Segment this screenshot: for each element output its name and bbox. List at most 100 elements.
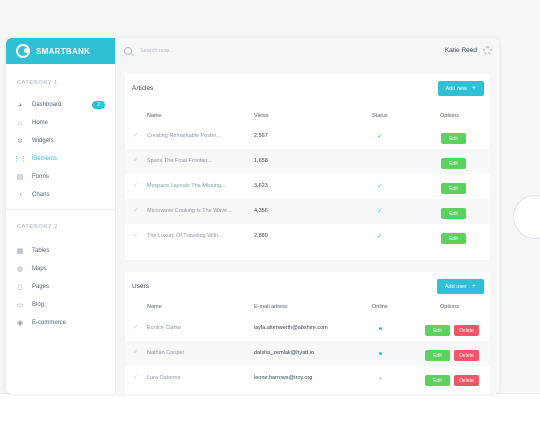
logo-icon	[16, 44, 30, 58]
sidebar-item-label: E-commerce	[32, 320, 67, 326]
decorative-circle	[513, 195, 540, 239]
sidebar-divider	[6, 209, 116, 210]
sidebar-item-charts[interactable]: ◔ Charts	[6, 186, 116, 204]
status-check-icon: ✓	[377, 208, 383, 215]
sidebar: SMARTBANK CATEGORY 1 ◕ Dashboard 2 ⌂ Hom…	[6, 38, 116, 394]
edit-button[interactable]: Edit	[425, 350, 450, 361]
online-indicator	[379, 327, 382, 330]
articles-panel: Articles Add new + Name Views Status Opt…	[125, 74, 490, 260]
user-email: layla.altenwerth@abshire.com	[254, 325, 328, 331]
edit-button[interactable]: Edit	[441, 183, 466, 194]
table-row: ✓ Lura Osborne leone.barrows@troy.org Ed…	[125, 366, 490, 391]
brand-name: SMARTBANK	[36, 46, 91, 56]
pages-icon: ▯	[18, 284, 22, 291]
check-icon[interactable]: ✓	[133, 207, 138, 214]
article-name: Myspace Layouts The Missing...	[147, 183, 226, 189]
user-name[interactable]: Katie Reed	[445, 47, 477, 54]
table-row: ✓ The Luxury Of Traveling With... 2,889 …	[125, 224, 490, 249]
brand-header[interactable]: SMARTBANK	[6, 38, 115, 64]
form-icon: ▤	[16, 174, 24, 181]
article-views: 1,658	[254, 158, 268, 164]
sidebar-item-blog[interactable]: ▭ Blog	[6, 296, 116, 314]
add-new-button[interactable]: Add new +	[437, 81, 484, 96]
column-header-status: Status	[372, 113, 388, 119]
sidebar-item-home[interactable]: ⌂ Home	[6, 114, 116, 132]
column-header-email: E-mail adress	[254, 304, 288, 310]
pie-chart-icon: ◔	[17, 191, 23, 199]
nav-category-1: ◕ Dashboard 2 ⌂ Home ✲ Widgets ⋮⋮ Elemen…	[6, 96, 116, 204]
grid-icon: ⋮⋮	[13, 156, 27, 163]
articles-table-header: Name Views Status Options	[125, 109, 490, 123]
column-header-name: Name	[147, 304, 162, 310]
status-check-icon: ✓	[377, 233, 383, 240]
article-views: 4,356	[254, 208, 268, 214]
add-new-label: Add new	[445, 85, 467, 92]
search-input[interactable]	[140, 48, 290, 54]
add-user-button[interactable]: Add user +	[436, 279, 484, 294]
plus-icon: +	[471, 283, 476, 290]
table-row: ✓ Eunice Clarke layla.altenwerth@abshire…	[125, 316, 490, 341]
sidebar-item-label: Elements	[32, 156, 58, 162]
sidebar-item-e-commerce[interactable]: ◉ E-commerce	[6, 314, 116, 332]
edit-button[interactable]: Edit	[441, 158, 466, 169]
sidebar-item-widgets[interactable]: ✲ Widgets	[6, 132, 116, 150]
sidebar-item-tables[interactable]: ▦ Tables	[6, 242, 116, 260]
check-icon[interactable]: ✓	[133, 374, 138, 381]
article-name: Space The Final Frontier...	[147, 158, 212, 164]
edit-button[interactable]: Edit	[441, 233, 466, 244]
column-header-options: Options	[440, 113, 459, 119]
sidebar-item-elements[interactable]: ⋮⋮ Elements	[6, 150, 116, 168]
article-name: Creating Remarkable Poster...	[147, 133, 221, 139]
edit-button[interactable]: Edit	[425, 375, 450, 386]
table-row: ✓ Space The Final Frontier... 1,658 Edit	[125, 149, 490, 174]
palette-icon: ◕	[17, 101, 23, 109]
table-row: ✓ Nathan Cooper dalsha_zemlak@hyatt.io E…	[125, 341, 490, 366]
article-views: 2,567	[254, 133, 268, 139]
sidebar-item-label: Tables	[32, 248, 50, 254]
sidebar-item-label: Pages	[32, 284, 50, 290]
column-header-options: Options	[440, 304, 459, 310]
sidebar-item-label: Blog	[32, 302, 45, 308]
gear-icon[interactable]	[483, 46, 492, 55]
sidebar-item-maps[interactable]: ◍ Maps	[6, 260, 116, 278]
delete-button[interactable]: Delete	[454, 350, 479, 361]
delete-button[interactable]: Delete	[454, 325, 479, 336]
sidebar-item-forms[interactable]: ▤ Forms	[6, 168, 116, 186]
blog-icon: ▭	[16, 302, 24, 309]
user-email: dalsha_zemlak@hyatt.io	[254, 350, 315, 356]
page-background	[0, 0, 540, 12]
check-icon[interactable]: ✓	[133, 324, 138, 331]
check-icon[interactable]: ✓	[133, 132, 138, 139]
table-row: ✓ Myspace Layouts The Missing... 3,623 ✓…	[125, 174, 490, 199]
sidebar-item-label: Charts	[32, 192, 50, 198]
main-content: Articles Add new + Name Views Status Opt…	[116, 64, 499, 394]
edit-button[interactable]: Edit	[441, 208, 466, 219]
user-name-cell: Nathan Cooper	[147, 350, 185, 356]
check-icon[interactable]: ✓	[133, 232, 138, 239]
sidebar-item-dashboard[interactable]: ◕ Dashboard 2	[6, 96, 116, 114]
table-row: ✓ Creating Remarkable Poster... 2,567 ✓ …	[125, 124, 490, 149]
column-header-name: Name	[147, 113, 162, 119]
check-icon[interactable]: ✓	[133, 182, 138, 189]
article-views: 3,623	[254, 183, 268, 189]
sidebar-item-label: Home	[32, 120, 49, 126]
delete-button[interactable]: Delete	[454, 375, 479, 386]
category-2-label: CATEGORY 2	[17, 224, 58, 230]
puzzle-icon: ✲	[17, 138, 23, 145]
user-name-cell: Eunice Clarke	[147, 325, 182, 331]
edit-button[interactable]: Edit	[441, 133, 466, 144]
table-row: ✓ Microwave Cooking Is The Wave... 4,356…	[125, 199, 490, 224]
users-table-header: Name E-mail adress Online Options	[125, 300, 490, 314]
edit-button[interactable]: Edit	[425, 325, 450, 336]
check-icon[interactable]: ✓	[133, 349, 138, 356]
article-name: Microwave Cooking Is The Wave...	[147, 208, 232, 214]
users-title: Users	[132, 283, 149, 290]
search-icon[interactable]	[124, 47, 132, 55]
check-icon[interactable]: ✓	[133, 157, 138, 164]
page-footer-band	[0, 393, 540, 441]
sidebar-item-label: Dashboard	[32, 102, 62, 108]
top-bar: Katie Reed	[116, 38, 499, 64]
table-icon: ▦	[16, 248, 24, 255]
status-check-icon: ✓	[377, 133, 383, 140]
sidebar-item-pages[interactable]: ▯ Pages	[6, 278, 116, 296]
